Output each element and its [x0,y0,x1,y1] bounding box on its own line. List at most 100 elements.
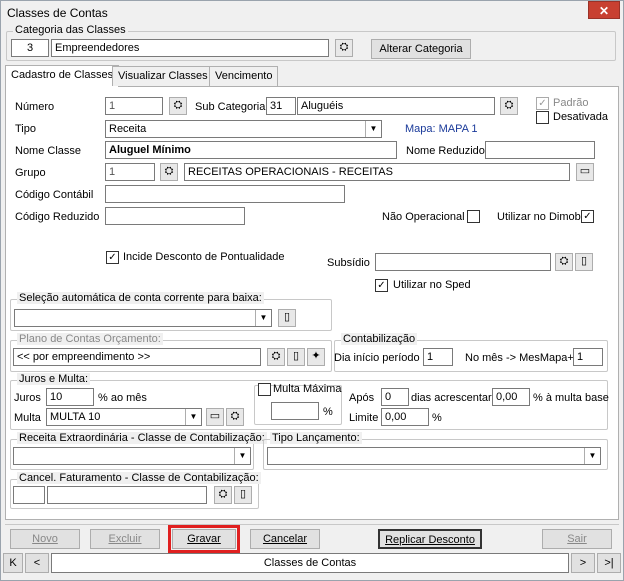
tab-vencimento[interactable]: Vencimento [209,66,279,86]
binoculars-icon: ⛭ [559,255,569,267]
nav-last-button[interactable]: >| [597,553,621,573]
multa-max-checkbox[interactable] [258,383,271,396]
nome-classe-input[interactable]: Aluguel Mínimo [105,141,397,159]
multa-max-label: Multa Máxima [273,383,342,395]
cancel-fat-code-input[interactable] [13,486,45,504]
subsidio-search-button[interactable]: ⛭ [555,253,573,271]
folder-icon: ▭ [209,410,221,422]
cancelar-button[interactable]: Cancelar [250,529,320,549]
tipo-lanc-legend: Tipo Lançamento: [270,432,362,444]
multa-max-input[interactable] [271,402,319,420]
document-icon: ▯ [239,488,247,500]
categoria-search-button[interactable]: ⛭ [335,39,353,57]
mes-input[interactable]: 1 [573,348,603,366]
gravar-button[interactable]: Gravar [172,529,236,549]
mapa-label: Mapa: MAPA 1 [405,123,478,135]
chevron-down-icon: ▼ [365,121,381,137]
multa-search-button[interactable]: ⛭ [226,408,244,426]
binoculars-icon: ⛭ [173,99,183,111]
tipo-label: Tipo [15,123,36,135]
subsidio-label: Subsídio [327,257,370,269]
dias-label: dias acrescentar [411,392,492,404]
binoculars-icon: ⛭ [271,350,281,362]
mes-label: No mês -> MesMapa+ [465,352,574,364]
padrao-checkbox[interactable]: ✓ [536,97,549,110]
close-button[interactable]: ✕ [588,1,620,19]
selecao-legend: Seleção automática de conta corrente par… [17,292,264,304]
codigo-contabil-label: Código Contábil [15,189,94,201]
juros-input[interactable]: 10 [46,388,94,406]
plano-new-button[interactable]: ▯ [287,348,305,366]
categoria-code-input[interactable]: 3 [11,39,49,57]
alterar-categoria-button[interactable]: Alterar Categoria [371,39,471,59]
nav-prev-button[interactable]: < [25,553,49,573]
grupo-folder-button[interactable]: ▭ [576,163,594,181]
cancel-fat-search-button[interactable]: ⛭ [214,486,232,504]
codigo-contabil-input[interactable] [105,185,345,203]
receita-extra-legend: Receita Extraordinária - Classe de Conta… [17,432,267,444]
cancel-fat-input[interactable] [47,486,207,504]
apos-input[interactable]: 0 [381,388,409,406]
dia-input[interactable]: 1 [423,348,453,366]
incide-label: Incide Desconto de Pontualidade [123,251,285,263]
nav-first-button[interactable]: K [3,553,23,573]
binoculars-icon: ⛭ [504,99,514,111]
multa-folder-button[interactable]: ▭ [206,408,224,426]
tab-cadastro[interactable]: Cadastro de Classes [5,65,120,87]
plano-search-button[interactable]: ⛭ [267,348,285,366]
close-icon: ✕ [598,4,610,18]
nao-operacional-checkbox[interactable] [467,210,480,223]
document-icon: ▯ [580,255,588,267]
receita-extra-select[interactable]: ▼ [13,447,251,465]
numero-search-button[interactable]: ⛭ [169,97,187,115]
nav-next-button[interactable]: > [571,553,595,573]
sped-label: Utilizar no Sped [393,279,471,291]
acrescentar-input[interactable]: 0,00 [492,388,530,406]
categoria-name-input[interactable]: Empreendedores [51,39,329,57]
excluir-button[interactable]: Excluir [90,529,160,549]
numero-input[interactable]: 1 [105,97,163,115]
plano-edit-button[interactable]: ✦ [307,348,325,366]
binoculars-icon: ⛭ [339,41,349,53]
juros-suffix: % ao mês [98,392,147,404]
binoculars-icon: ⛭ [218,488,228,500]
utilizar-dimob-checkbox[interactable]: ✓ [581,210,594,223]
tab-visualizar[interactable]: Visualizar Classes [112,66,214,86]
replicar-button[interactable]: Replicar Desconto [378,529,482,549]
cancel-fat-new-button[interactable]: ▯ [234,486,252,504]
subsidio-new-button[interactable]: ▯ [575,253,593,271]
sair-button[interactable]: Sair [542,529,612,549]
subsidio-input[interactable] [375,253,551,271]
apos-label: Após [349,392,375,404]
desativada-checkbox[interactable] [536,111,549,124]
grupo-search-button[interactable]: ⛭ [160,163,178,181]
codigo-reduzido-input[interactable] [105,207,245,225]
selecao-new-button[interactable]: ▯ [278,309,296,327]
subcat-label: Sub Categoria [195,101,266,113]
nome-reduzido-label: Nome Reduzido [406,145,485,157]
window: Classes de Contas ✕ Categoria das Classe… [0,0,624,581]
contabilizacao-legend: Contabilização [341,333,418,345]
limite-input[interactable]: 0,00 [381,408,429,426]
multa-select[interactable]: MULTA 10 ▼ [46,408,202,426]
sped-checkbox[interactable]: ✓ [375,279,388,292]
subcat-code-input[interactable]: 31 [266,97,296,115]
grupo-code-input[interactable]: 1 [105,163,155,181]
chevron-down-icon: ▼ [584,448,600,464]
cancel-fat-legend: Cancel. Faturamento - Classe de Contabil… [17,472,261,484]
tipo-lanc-select[interactable]: ▼ [267,447,601,465]
document-icon: ▯ [283,311,291,323]
grupo-name-input[interactable]: RECEITAS OPERACIONAIS - RECEITAS [184,163,570,181]
nome-reduzido-input[interactable] [485,141,595,159]
selecao-select[interactable]: ▼ [14,309,272,327]
novo-button[interactable]: Novo [10,529,80,549]
plano-input[interactable]: << por empreendimento >> [13,348,261,366]
plano-legend: Plano de Contas Orçamento: [17,333,163,345]
subcat-name-input[interactable]: Aluguéis [297,97,495,115]
folder-icon: ▭ [579,165,591,177]
desativada-label: Desativada [553,111,609,123]
subcat-search-button[interactable]: ⛭ [500,97,518,115]
tipo-select[interactable]: Receita ▼ [105,120,382,138]
incide-checkbox[interactable]: ✓ [106,251,119,264]
multa-label: Multa [14,412,41,424]
